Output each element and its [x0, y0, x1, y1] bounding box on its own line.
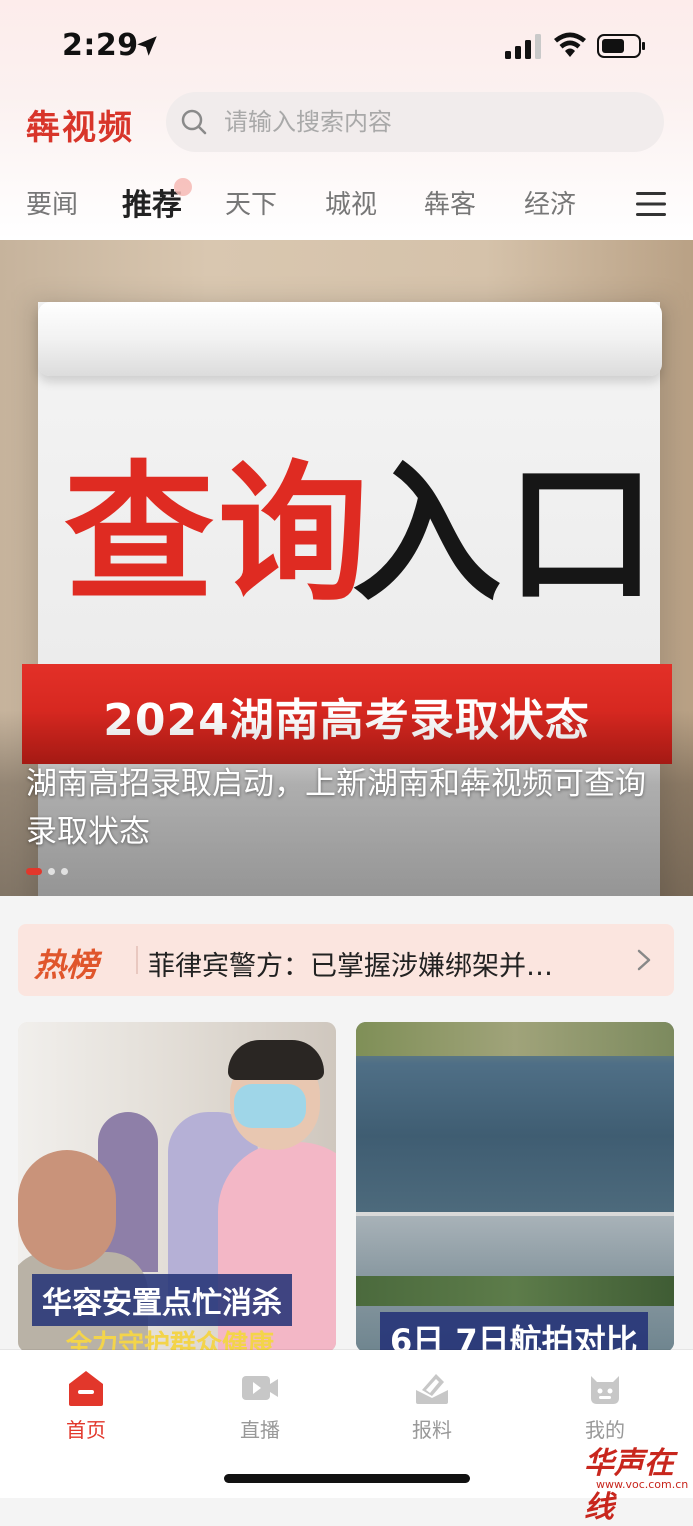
thumbnail-riverbank [356, 1022, 674, 1056]
search-icon [181, 109, 207, 135]
chevron-right-icon [637, 949, 651, 971]
profile-icon [591, 1376, 619, 1404]
live-video-icon [242, 1376, 278, 1400]
hot-list-label: 热榜 [34, 946, 99, 984]
banner-entry-text: 入口 [352, 448, 661, 622]
carousel-dot[interactable] [26, 868, 42, 875]
search-bar[interactable] [166, 92, 664, 152]
watermark-url: www.voc.com.cn [596, 1478, 689, 1491]
tab-jingji[interactable]: 经济 [524, 184, 576, 221]
status-time: 2:29 [62, 28, 139, 63]
hot-divider [136, 946, 138, 974]
hot-headline[interactable]: 菲律宾警方：已掌握涉嫌绑架并… [148, 944, 626, 983]
nav-report[interactable]: 报料 [382, 1368, 482, 1443]
carousel-dot[interactable] [48, 868, 55, 875]
thumbnail-nurse-hair [228, 1040, 324, 1080]
menu-icon[interactable] [636, 190, 666, 218]
nav-live-label: 直播 [240, 1418, 280, 1442]
video-card[interactable]: 华容安置点忙消杀 全力守护群众健康 [18, 1022, 336, 1352]
wifi-icon [554, 32, 586, 57]
home-icon [69, 1371, 103, 1406]
banner-carousel[interactable]: 查询 入口 2024湖南高考录取状态 湖南高招录取启动，上新湖南和犇视频可查询录… [0, 240, 693, 896]
carousel-dots [26, 868, 68, 875]
paper-roll [38, 302, 662, 376]
app-logo[interactable]: 犇视频 [26, 100, 134, 149]
tab-tianxia[interactable]: 天下 [225, 184, 277, 221]
card-caption: 华容安置点忙消杀 [32, 1274, 292, 1326]
location-arrow-icon [137, 36, 157, 56]
video-card[interactable]: 6日 7日航拍对比 [356, 1022, 674, 1352]
thumbnail-treeline [356, 1276, 674, 1306]
tab-tuijian[interactable]: 推荐 [122, 180, 182, 224]
tab-benke[interactable]: 犇客 [424, 184, 476, 221]
banner-caption[interactable]: 湖南高招录取启动，上新湖南和犇视频可查询录取状态 [26, 760, 666, 856]
nav-home[interactable]: 首页 [36, 1368, 136, 1443]
nav-report-label: 报料 [412, 1418, 452, 1442]
category-tabs: 要闻 推荐 天下 城视 犇客 经济 [0, 172, 693, 236]
nav-live[interactable]: 直播 [210, 1368, 310, 1443]
thumbnail-man-head [18, 1150, 116, 1270]
tab-chengshi[interactable]: 城视 [325, 184, 377, 221]
thumbnail-mask [234, 1084, 306, 1128]
tab-yaowen[interactable]: 要闻 [26, 184, 78, 221]
home-indicator[interactable] [224, 1474, 470, 1483]
cellular-signal-icon [505, 34, 541, 59]
battery-icon [597, 34, 645, 58]
tab-indicator-dot [174, 178, 192, 196]
banner-query-text: 查询 [64, 448, 373, 622]
card-caption: 6日 7日航拍对比 [380, 1312, 648, 1352]
nav-profile[interactable]: 我的 [555, 1368, 655, 1443]
card-subcaption: 全力守护群众健康 [66, 1330, 275, 1352]
nav-home-label: 首页 [66, 1418, 106, 1442]
report-icon [416, 1374, 448, 1404]
search-input[interactable] [222, 107, 646, 137]
carousel-dot[interactable] [61, 868, 68, 875]
hot-list-bar[interactable]: 热榜 菲律宾警方：已掌握涉嫌绑架并… [18, 924, 674, 996]
